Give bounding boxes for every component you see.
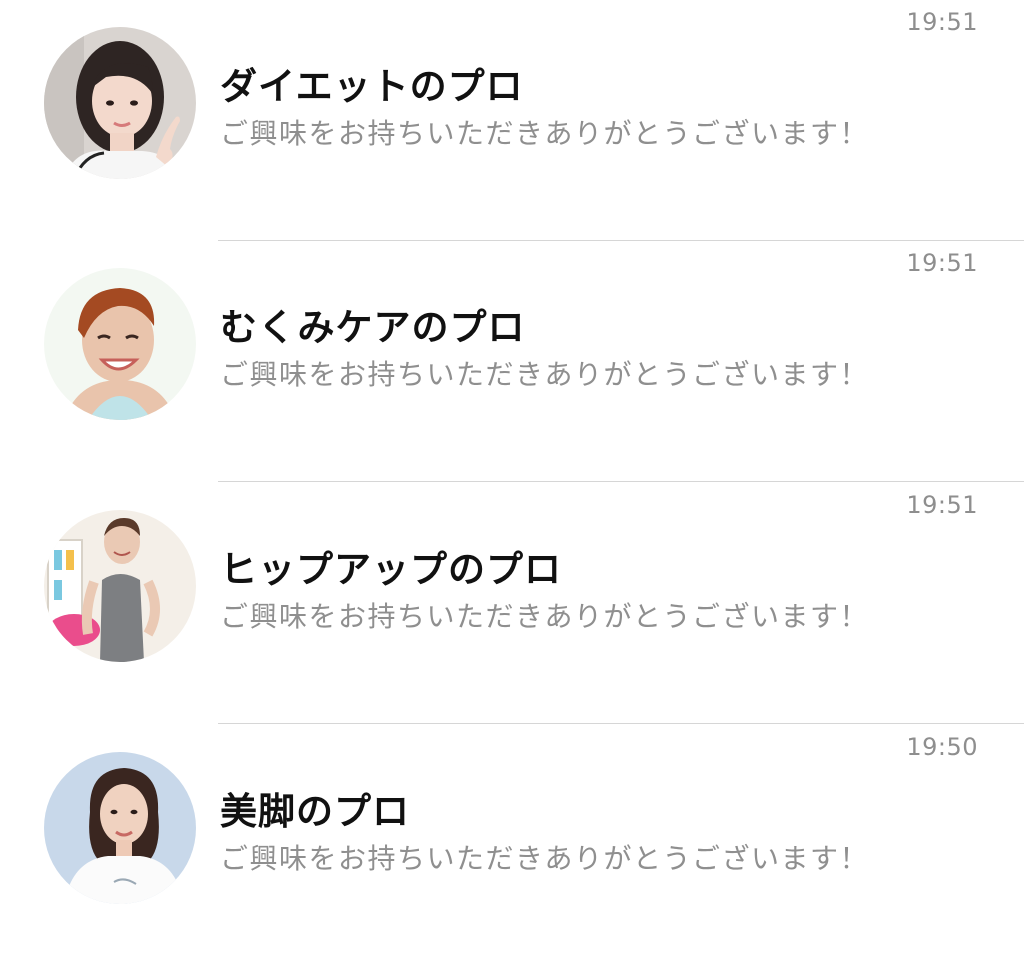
chat-name: むくみケアのプロ	[220, 306, 526, 349]
avatar[interactable]	[44, 268, 196, 420]
chat-message-preview: ご興味をお持ちいただきありがとうございます！	[220, 842, 870, 875]
avatar[interactable]	[44, 752, 196, 904]
chat-row[interactable]: 19:51 むくみケアのプロ ご興味をお持ちいただきありがとうございます！	[0, 241, 1024, 482]
avatar[interactable]	[44, 510, 196, 662]
chat-list: 19:51 ダイエットのプロ ご興味をお持ちいただきありがとうございます！ 19…	[0, 0, 1024, 933]
divider	[218, 723, 1024, 724]
avatar[interactable]	[44, 27, 196, 179]
chat-time: 19:51	[906, 491, 978, 519]
chat-row[interactable]: 19:51 ヒップアップのプロ ご興味をお持ちいただきありがとうございます！	[0, 483, 1024, 724]
divider	[218, 481, 1024, 482]
chat-row[interactable]: 19:51 ダイエットのプロ ご興味をお持ちいただきありがとうございます！	[0, 0, 1024, 241]
chat-time: 19:50	[906, 733, 978, 761]
chat-message-preview: ご興味をお持ちいただきありがとうございます！	[220, 358, 870, 391]
chat-name: 美脚のプロ	[220, 790, 410, 833]
chat-name: ダイエットのプロ	[220, 65, 524, 108]
chat-time: 19:51	[906, 249, 978, 277]
chat-message-preview: ご興味をお持ちいただきありがとうございます！	[220, 117, 870, 150]
chat-time: 19:51	[906, 8, 978, 36]
chat-name: ヒップアップのプロ	[220, 548, 562, 591]
chat-message-preview: ご興味をお持ちいただきありがとうございます！	[220, 600, 870, 633]
chat-row[interactable]: 19:50 美脚のプロ ご興味をお持ちいただきありがとうございます！	[0, 725, 1024, 966]
